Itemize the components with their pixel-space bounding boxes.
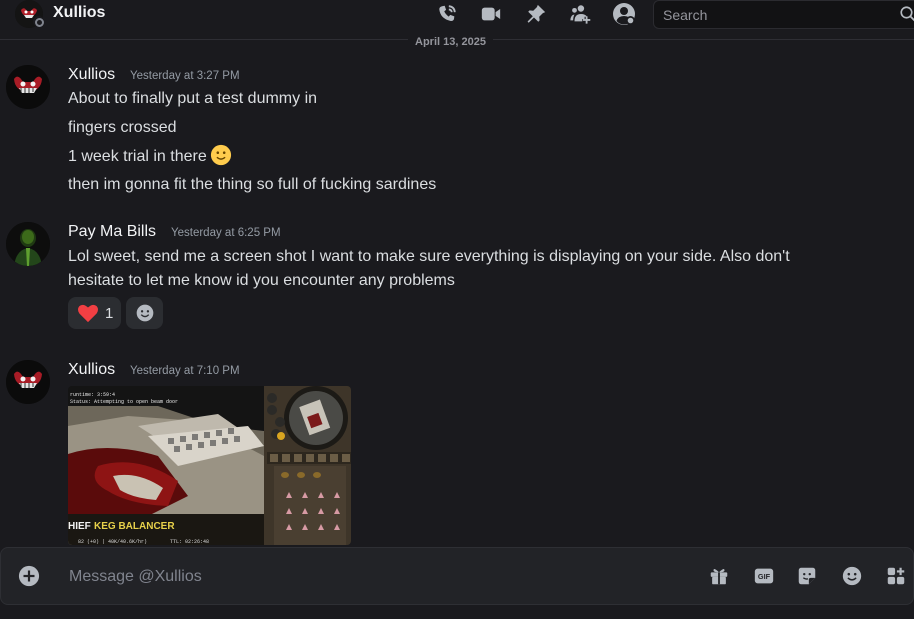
apps-icon[interactable] — [884, 564, 908, 588]
sticker-icon[interactable] — [795, 564, 819, 588]
overlay-ttl-text: TTL: 02:26:48 — [170, 539, 209, 545]
svg-text:Status: Attempting to open bea: Status: Attempting to open beam door — [70, 399, 178, 405]
overlay-status-text: Status: Attempting to open beam door — [70, 399, 178, 405]
message-composer: GIF — [0, 547, 914, 605]
add-attachment-icon[interactable] — [17, 564, 41, 588]
reaction-count: 1 — [105, 304, 114, 322]
add-reaction-button[interactable] — [126, 297, 163, 329]
svg-text:runtime: 3:59:4: runtime: 3:59:4 — [70, 392, 115, 398]
message-text: fingers crossed — [68, 119, 177, 136]
search-input[interactable] — [663, 6, 893, 24]
avatar-pay-ma-bills[interactable] — [6, 222, 50, 266]
game-screenshot-image: runtime: 3:59:4 Status: Attempting to op… — [68, 386, 351, 545]
dm-header: Xullios — [0, 0, 914, 30]
voice-call-icon[interactable] — [434, 2, 460, 26]
message-author[interactable]: Xullios — [68, 361, 115, 379]
svg-text:GIF: GIF — [758, 572, 771, 581]
message-timestamp: Yesterday at 7:10 PM — [130, 365, 240, 377]
search-bar[interactable] — [653, 0, 914, 29]
demon-avatar-image — [6, 65, 50, 109]
message-input[interactable] — [69, 566, 669, 588]
offline-status-icon — [33, 16, 44, 27]
heart-icon — [78, 304, 98, 323]
overlay-runtime-text: runtime: 3:59:4 — [70, 392, 115, 398]
avatar-xullios[interactable] — [6, 65, 50, 109]
banner-title-text: KEG BALANCER — [94, 521, 175, 532]
demon-avatar-image — [6, 360, 50, 404]
gif-icon[interactable]: GIF — [752, 564, 776, 588]
user-profile-icon[interactable] — [611, 2, 637, 26]
message-text: Lol sweet, send me a screen shot I want … — [68, 248, 790, 265]
header-title: Xullios — [53, 4, 106, 21]
message-text: hesitate to let me know id you encounter… — [68, 272, 455, 289]
header-avatar[interactable] — [15, 0, 44, 28]
video-call-icon[interactable] — [478, 2, 504, 26]
gift-icon[interactable] — [707, 564, 731, 588]
message-author[interactable]: Pay Ma Bills — [68, 223, 156, 241]
search-icon[interactable] — [899, 5, 914, 28]
message-text: 1 week trial in there — [68, 148, 207, 166]
avatar-xullios[interactable] — [6, 360, 50, 404]
emoji-icon[interactable] — [840, 564, 864, 588]
message-timestamp: Yesterday at 3:27 PM — [130, 70, 240, 82]
message-text-with-emoji: 1 week trial in there — [68, 144, 232, 166]
message-author[interactable]: Xullios — [68, 66, 115, 84]
green-figure-avatar-image — [6, 222, 50, 266]
message-timestamp: Yesterday at 6:25 PM — [171, 227, 281, 239]
add-friends-icon[interactable] — [567, 2, 593, 26]
image-attachment[interactable]: runtime: 3:59:4 Status: Attempting to op… — [68, 386, 351, 545]
overlay-xp-text: 82 (+0) | 40K/40.6K/hr) — [78, 539, 147, 545]
message-text: then im gonna fit the thing so full of f… — [68, 176, 437, 193]
add-reaction-icon — [136, 304, 153, 322]
slight-smile-emoji-icon — [210, 144, 231, 166]
heart-reaction[interactable]: 1 — [68, 297, 121, 329]
date-divider-label: April 13, 2025 — [408, 33, 493, 47]
pin-icon[interactable] — [523, 2, 549, 26]
banner-prefix-text: HIEF — [68, 521, 91, 532]
message-text: About to finally put a test dummy in — [68, 90, 318, 107]
